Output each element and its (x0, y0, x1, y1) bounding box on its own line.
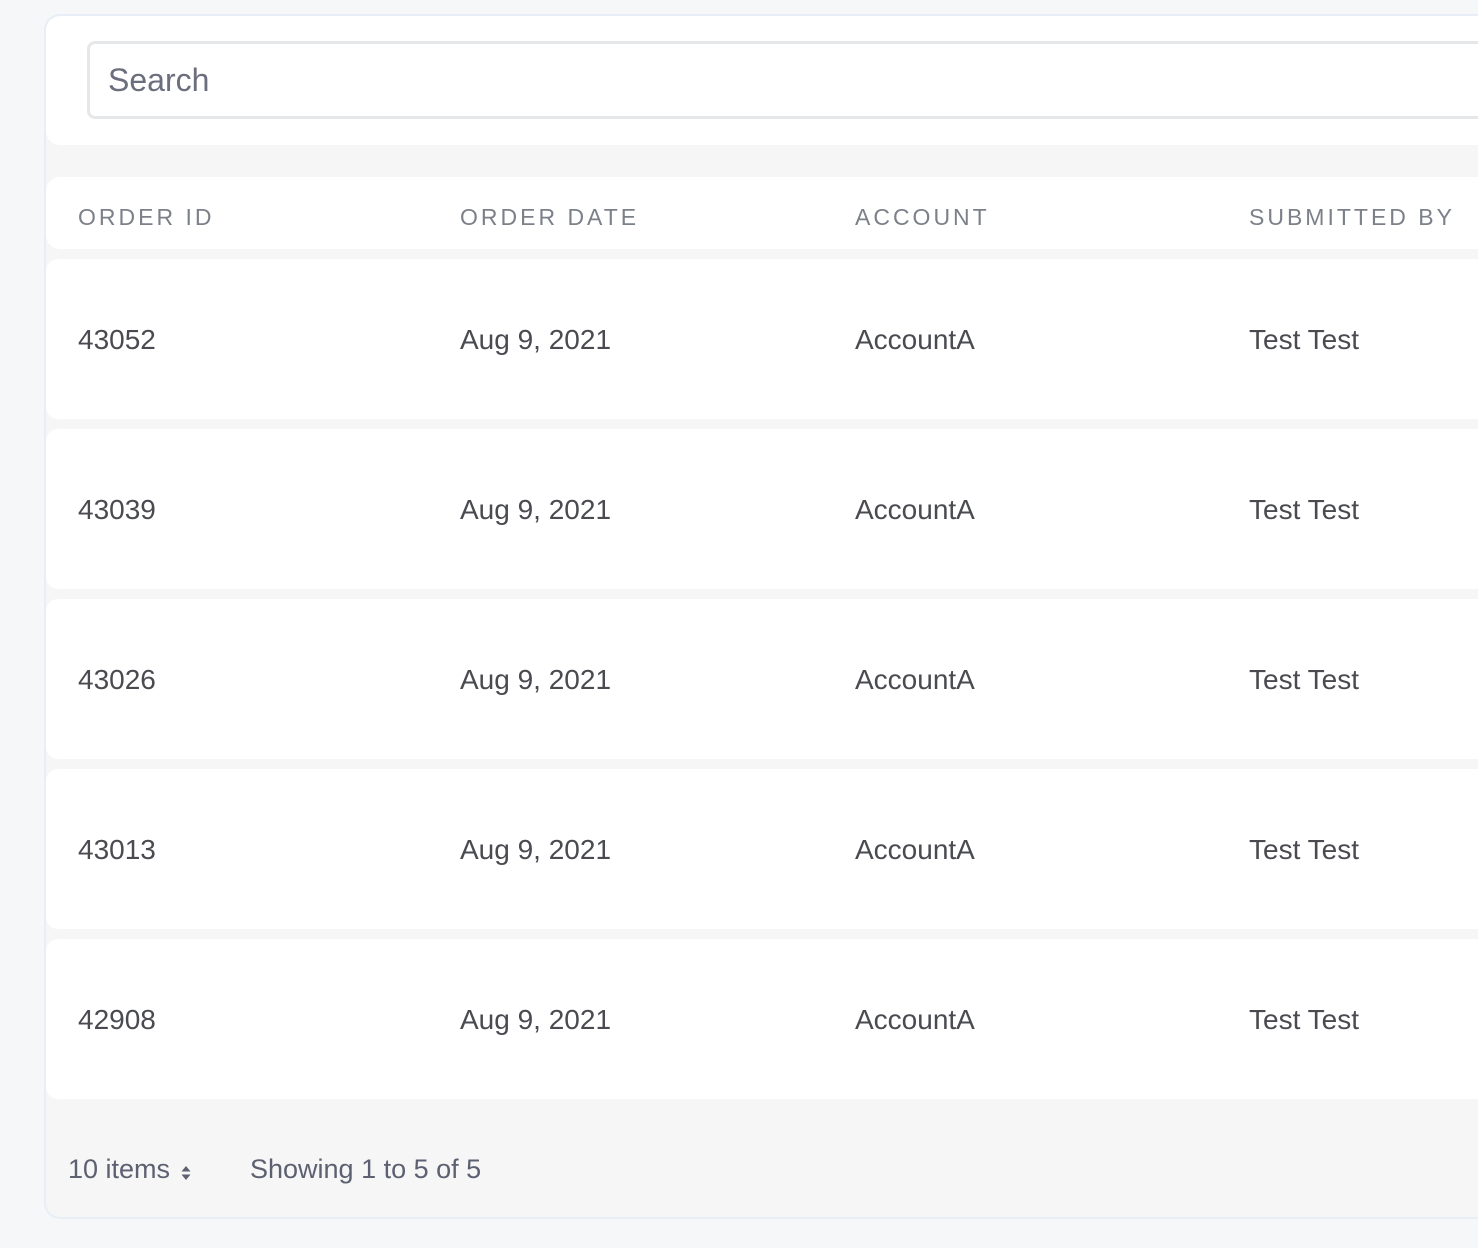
pagination-summary: Showing 1 to 5 of 5 (250, 1154, 482, 1184)
order-id-cell: 43026 (78, 664, 156, 695)
submitted-by-cell: Test Test (1249, 1004, 1359, 1035)
search-card (46, 16, 1478, 145)
table-row[interactable]: 43039 Aug 9, 2021 AccountA Test Test (46, 429, 1478, 589)
table-header: ORDER ID ORDER DATE ACCOUNT SUBMITTED BY (46, 177, 1478, 249)
order-id-cell: 42908 (78, 1004, 156, 1035)
table-row[interactable]: 43052 Aug 9, 2021 AccountA Test Test (46, 259, 1478, 419)
order-date-cell: Aug 9, 2021 (460, 1004, 612, 1035)
column-header-account[interactable]: ACCOUNT (855, 177, 990, 249)
submitted-by-cell: Test Test (1249, 664, 1359, 695)
sort-arrows-icon (180, 1159, 192, 1180)
order-id-cell: 43039 (78, 494, 156, 525)
account-cell: AccountA (855, 494, 975, 525)
table-row[interactable]: 42908 Aug 9, 2021 AccountA Test Test (46, 939, 1478, 1099)
order-id-cell: 43013 (78, 834, 156, 865)
submitted-by-cell: Test Test (1249, 494, 1359, 525)
table-row[interactable]: 43013 Aug 9, 2021 AccountA Test Test (46, 769, 1478, 929)
order-date-cell: Aug 9, 2021 (460, 834, 612, 865)
column-header-submitted-by[interactable]: SUBMITTED BY (1249, 177, 1455, 249)
page-size-select[interactable]: 10 items (68, 1154, 192, 1185)
order-date-cell: Aug 9, 2021 (460, 324, 612, 355)
order-date-cell: Aug 9, 2021 (460, 494, 612, 525)
submitted-by-cell: Test Test (1249, 324, 1359, 355)
page-size-label: 10 items (68, 1154, 171, 1184)
account-cell: AccountA (855, 664, 975, 695)
order-date-cell: Aug 9, 2021 (460, 664, 612, 695)
account-cell: AccountA (855, 834, 975, 865)
column-header-order-id[interactable]: ORDER ID (78, 177, 214, 249)
account-cell: AccountA (855, 1004, 975, 1035)
search-input[interactable] (87, 41, 1478, 119)
orders-panel: ORDER ID ORDER DATE ACCOUNT SUBMITTED BY… (44, 14, 1478, 1219)
column-header-order-date[interactable]: ORDER DATE (460, 177, 639, 249)
table-row[interactable]: 43026 Aug 9, 2021 AccountA Test Test (46, 599, 1478, 759)
order-id-cell: 43052 (78, 324, 156, 355)
account-cell: AccountA (855, 324, 975, 355)
submitted-by-cell: Test Test (1249, 834, 1359, 865)
